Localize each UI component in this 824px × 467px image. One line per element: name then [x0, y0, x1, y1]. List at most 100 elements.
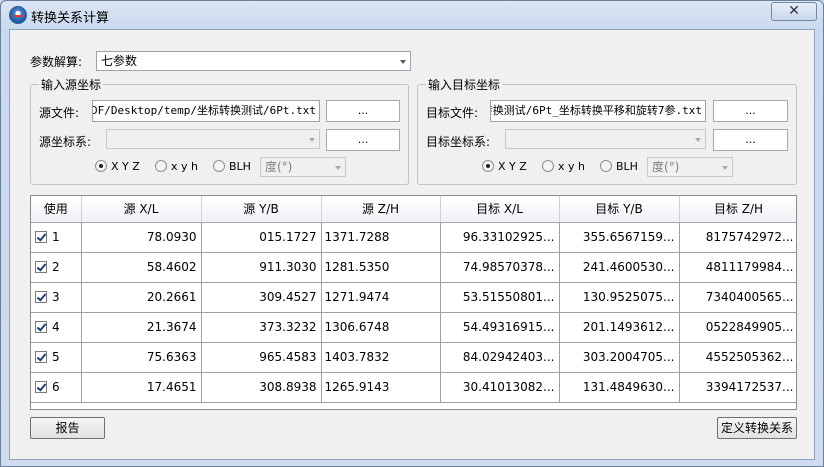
- param-solution-label: 参数解算:: [30, 55, 83, 69]
- chevron-down-icon: [722, 166, 728, 170]
- target-group-title: 输入目标坐标: [426, 76, 503, 93]
- source-radio-xyh[interactable]: x y h: [155, 159, 198, 175]
- chevron-down-icon: [695, 138, 701, 142]
- cell-src-x[interactable]: 20.2661: [81, 282, 202, 313]
- cell-src-z[interactable]: 1403.7832: [321, 342, 441, 373]
- cell-src-x[interactable]: 58.4602: [81, 252, 202, 283]
- cell-tgt-z[interactable]: 7340400565...: [679, 282, 796, 313]
- col-header-src-x[interactable]: 源 X/L: [81, 196, 202, 223]
- coords-table: 使用 源 X/L 源 Y/B 源 Z/H 目标 X/L 目标 Y/B 目标 Z/…: [30, 195, 797, 410]
- source-radio-xyz[interactable]: X Y Z: [95, 159, 140, 175]
- source-crs-label: 源坐标系:: [39, 135, 92, 149]
- use-cell[interactable]: 5: [31, 342, 82, 373]
- cell-tgt-x[interactable]: 74.98570378...: [440, 252, 560, 283]
- param-solution-value: 七参数: [101, 54, 138, 68]
- cell-src-x[interactable]: 78.0930: [81, 222, 202, 253]
- target-crs-button[interactable]: ...: [713, 129, 788, 151]
- table-row[interactable]: 4 21.3674 373.3232 1306.6748 54.49316915…: [31, 312, 796, 343]
- radio-unchecked-icon: [600, 160, 612, 172]
- use-cell[interactable]: 2: [31, 252, 82, 283]
- report-button[interactable]: 报告: [30, 417, 105, 439]
- source-coords-group: 输入源坐标 源文件: C:/Users/XDF/Desktop/temp/坐标转…: [30, 76, 409, 185]
- checkbox-checked-icon[interactable]: [35, 231, 47, 243]
- chevron-down-icon: [400, 60, 406, 64]
- target-radio-blh[interactable]: BLH: [600, 159, 638, 175]
- app-logo-icon: [9, 6, 27, 24]
- target-file-input[interactable]: 坐标转换测试/6Pt_坐标转换平移和旋转7参.txt: [490, 100, 706, 122]
- cell-src-y[interactable]: 308.8938: [201, 372, 322, 403]
- cell-src-z[interactable]: 1281.5350: [321, 252, 441, 283]
- table-row[interactable]: 5 75.6363 965.4583 1403.7832 84.02942403…: [31, 342, 796, 373]
- col-header-tgt-x[interactable]: 目标 X/L: [440, 196, 560, 223]
- cell-tgt-y[interactable]: 130.9525075...: [559, 282, 680, 313]
- source-group-title: 输入源坐标: [39, 76, 104, 93]
- cell-src-y[interactable]: 965.4583: [201, 342, 322, 373]
- col-header-src-y[interactable]: 源 Y/B: [201, 196, 322, 223]
- dialog-client-area: 参数解算: 七参数 输入源坐标 源文件: C:/Users/XDF/Deskto…: [9, 29, 815, 460]
- cell-src-y[interactable]: 015.1727: [201, 222, 322, 253]
- source-radio-blh[interactable]: BLH: [213, 159, 251, 175]
- col-header-src-z[interactable]: 源 Z/H: [321, 196, 441, 223]
- cell-tgt-z[interactable]: 3394172537...: [679, 372, 796, 403]
- title-bar[interactable]: 转换关系计算 ✕: [1, 1, 823, 29]
- source-crs-button[interactable]: ...: [326, 129, 400, 151]
- table-row[interactable]: 6 17.4651 308.8938 1265.9143 30.41013082…: [31, 372, 796, 403]
- cell-tgt-z[interactable]: 8175742972...: [679, 222, 796, 253]
- cell-src-z[interactable]: 1306.6748: [321, 312, 441, 343]
- cell-tgt-y[interactable]: 201.1493612...: [559, 312, 680, 343]
- cell-tgt-y[interactable]: 355.6567159...: [559, 222, 680, 253]
- radio-unchecked-icon: [155, 160, 167, 172]
- use-cell[interactable]: 1: [31, 222, 82, 253]
- target-file-label: 目标文件:: [426, 106, 479, 120]
- cell-src-x[interactable]: 21.3674: [81, 312, 202, 343]
- target-crs-select[interactable]: [505, 129, 706, 149]
- use-cell[interactable]: 4: [31, 312, 82, 343]
- cell-tgt-x[interactable]: 54.49316915...: [440, 312, 560, 343]
- cell-src-y[interactable]: 911.3030: [201, 252, 322, 283]
- cell-src-x[interactable]: 75.6363: [81, 342, 202, 373]
- cell-tgt-y[interactable]: 131.4849630...: [559, 372, 680, 403]
- cell-src-y[interactable]: 309.4527: [201, 282, 322, 313]
- source-file-browse-button[interactable]: ...: [326, 100, 400, 122]
- use-cell[interactable]: 6: [31, 372, 82, 403]
- checkbox-checked-icon[interactable]: [35, 351, 47, 363]
- cell-tgt-y[interactable]: 303.2004705...: [559, 342, 680, 373]
- checkbox-checked-icon[interactable]: [35, 291, 47, 303]
- cell-tgt-x[interactable]: 84.02942403...: [440, 342, 560, 373]
- cell-tgt-x[interactable]: 53.51550801...: [440, 282, 560, 313]
- cell-src-y[interactable]: 373.3232: [201, 312, 322, 343]
- window-title: 转换关系计算: [31, 11, 110, 26]
- dialog-window: 转换关系计算 ✕ 参数解算: 七参数 输入源坐标 源文件: C:/Users/X…: [0, 0, 824, 467]
- cell-src-z[interactable]: 1371.7288: [321, 222, 441, 253]
- cell-tgt-z[interactable]: 4811179984...: [679, 252, 796, 283]
- cell-tgt-z[interactable]: 4552505362...: [679, 342, 796, 373]
- source-crs-select[interactable]: [106, 129, 320, 149]
- checkbox-checked-icon[interactable]: [35, 261, 47, 273]
- cell-src-z[interactable]: 1271.9474: [321, 282, 441, 313]
- param-solution-select[interactable]: 七参数: [96, 51, 411, 71]
- cell-src-z[interactable]: 1265.9143: [321, 372, 441, 403]
- cell-tgt-y[interactable]: 241.4600530...: [559, 252, 680, 283]
- define-transform-button[interactable]: 定义转换关系: [717, 417, 797, 439]
- source-unit-select[interactable]: 度(°): [260, 157, 346, 177]
- table-row[interactable]: 3 20.2661 309.4527 1271.9474 53.51550801…: [31, 282, 796, 313]
- target-radio-xyz[interactable]: X Y Z: [482, 159, 527, 175]
- checkbox-checked-icon[interactable]: [35, 321, 47, 333]
- use-cell[interactable]: 3: [31, 282, 82, 313]
- cell-tgt-x[interactable]: 96.33102925...: [440, 222, 560, 253]
- target-unit-select[interactable]: 度(°): [647, 157, 733, 177]
- col-header-use[interactable]: 使用: [31, 196, 82, 223]
- table-row[interactable]: 1 78.0930 015.1727 1371.7288 96.33102925…: [31, 222, 796, 253]
- checkbox-checked-icon[interactable]: [35, 381, 47, 393]
- close-button[interactable]: ✕: [771, 2, 817, 21]
- target-file-browse-button[interactable]: ...: [713, 100, 788, 122]
- cell-tgt-z[interactable]: 0522849905...: [679, 312, 796, 343]
- cell-tgt-x[interactable]: 30.41013082...: [440, 372, 560, 403]
- table-row[interactable]: 2 58.4602 911.3030 1281.5350 74.98570378…: [31, 252, 796, 283]
- col-header-tgt-y[interactable]: 目标 Y/B: [559, 196, 680, 223]
- table-header-row: 使用 源 X/L 源 Y/B 源 Z/H 目标 X/L 目标 Y/B 目标 Z/…: [31, 196, 796, 223]
- target-radio-xyh[interactable]: x y h: [542, 159, 585, 175]
- source-file-input[interactable]: C:/Users/XDF/Desktop/temp/坐标转换测试/6Pt.txt: [92, 100, 320, 122]
- col-header-tgt-z[interactable]: 目标 Z/H: [679, 196, 796, 223]
- cell-src-x[interactable]: 17.4651: [81, 372, 202, 403]
